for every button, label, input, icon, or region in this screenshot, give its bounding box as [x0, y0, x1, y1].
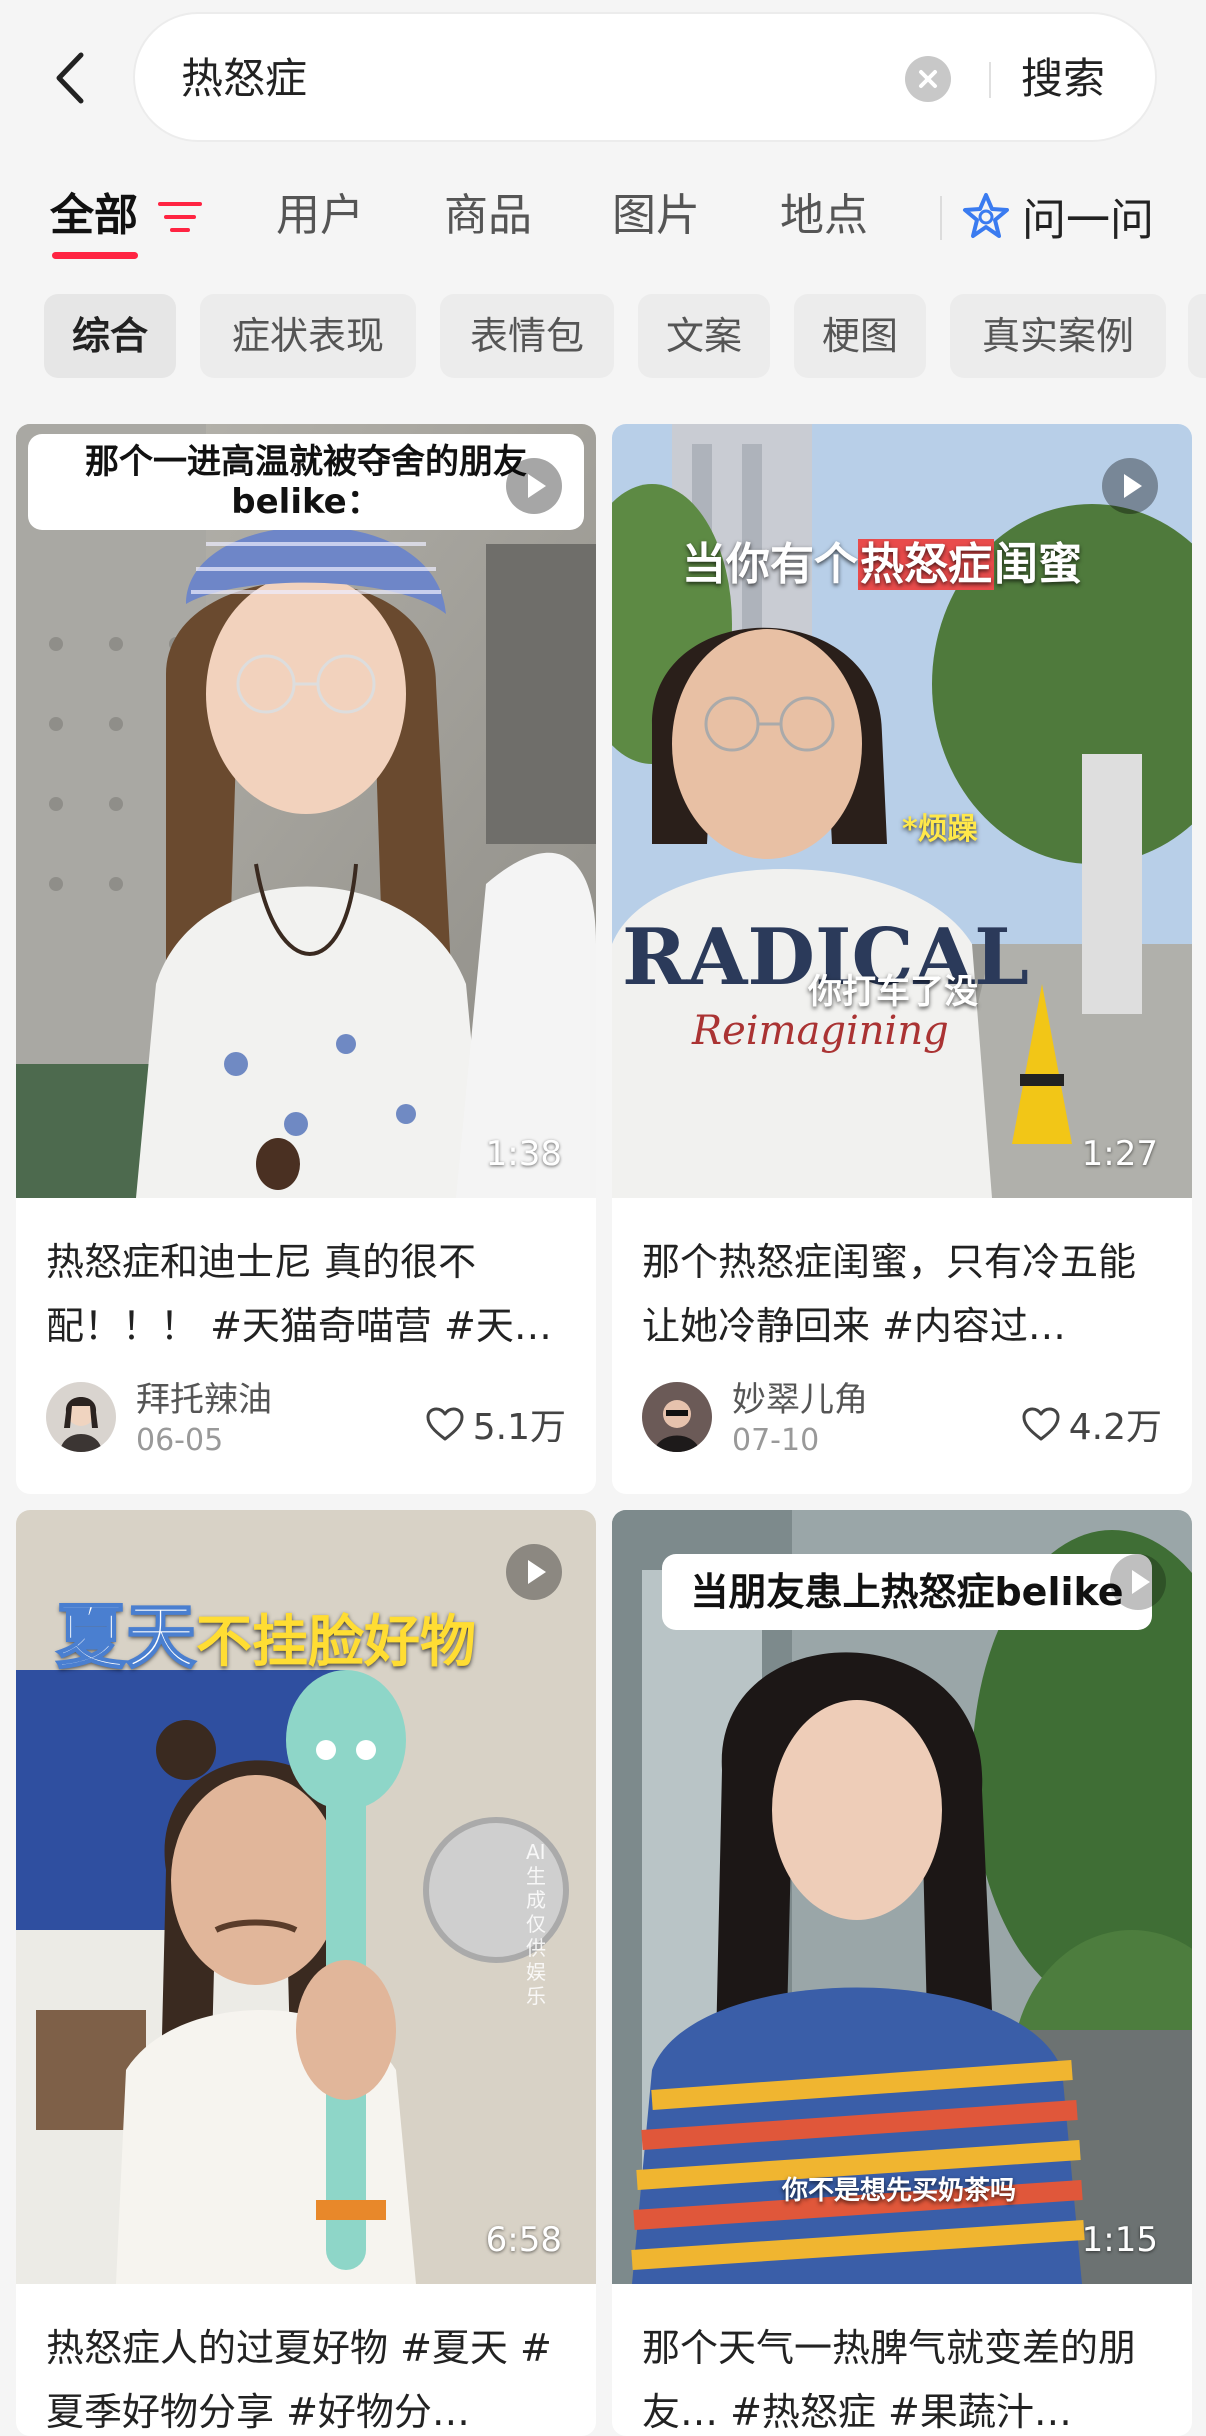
- search-button[interactable]: 搜索: [1021, 49, 1105, 109]
- divider: [940, 196, 942, 240]
- thumbnail-overlay-title: 那个一进高温就被夺舍的朋友 belike：: [28, 434, 584, 530]
- play-icon: [1102, 458, 1158, 514]
- post-card[interactable]: 夏天不挂脸好物 AI生成 仅供娱乐 6:58 热怒症人的过夏好物 #夏天 #夏季…: [16, 1510, 596, 2436]
- like-count: 5.1万: [472, 1407, 566, 1448]
- back-button[interactable]: [40, 40, 100, 116]
- ask-label: 问一问: [1022, 195, 1154, 246]
- video-subtitle: *烦躁: [902, 812, 978, 847]
- overlay-text-highlight: 不挂脸好物: [196, 1610, 476, 1675]
- close-icon: [919, 70, 937, 88]
- overlay-text-part: 闺蜜: [994, 539, 1082, 590]
- overlay-text-highlight: 热怒症: [858, 539, 994, 590]
- result-tabs: 全部 用户 商品 图片 地点 问一问: [0, 178, 1206, 262]
- post-title[interactable]: 热怒症和迪士尼 真的很不配！！！ #天猫奇喵营 #天…: [46, 1230, 566, 1358]
- clear-search-button[interactable]: [905, 56, 951, 102]
- chip-stickers[interactable]: 表情包: [440, 294, 614, 378]
- video-thumbnail[interactable]: 夏天不挂脸好物 AI生成 仅供娱乐 6:58: [16, 1510, 596, 2284]
- search-header: 热怒症 搜索: [0, 0, 1206, 160]
- chip-overall[interactable]: 综合: [44, 294, 176, 378]
- post-title[interactable]: 热怒症人的过夏好物 #夏天 #夏季好物分享 #好物分…: [46, 2316, 566, 2436]
- video-thumbnail[interactable]: 那个一进高温就被夺舍的朋友 belike： 1:38: [16, 424, 596, 1198]
- post-title[interactable]: 那个热怒症闺蜜，只有冷五能让她冷静回来 #内容过…: [642, 1230, 1162, 1358]
- video-subtitle: 你不是想先买奶茶吗: [782, 2176, 1017, 2206]
- filter-icon[interactable]: [158, 200, 202, 234]
- post-card[interactable]: RADICAL Reimagining 当你有个热怒症闺蜜 *烦躁 你打车了没 …: [612, 424, 1192, 1494]
- divider: [989, 62, 991, 98]
- post-date: 07-10: [732, 1423, 820, 1458]
- svg-text:Reimagining: Reimagining: [691, 1008, 949, 1054]
- play-icon: [1110, 1554, 1166, 1610]
- avatar[interactable]: [642, 1382, 712, 1452]
- play-icon: [506, 1544, 562, 1600]
- post-title[interactable]: 那个天气一热脾气就变差的朋友… #热怒症 #果蔬汁…: [642, 2316, 1162, 2436]
- search-results-page: 热怒症 搜索 全部 用户 商品 图片 地点 问一问 综合 症状表现 表情包 文案…: [0, 0, 1206, 2436]
- post-date: 06-05: [136, 1423, 224, 1458]
- search-query[interactable]: 热怒症: [181, 49, 307, 109]
- video-duration: 6:58: [485, 2220, 562, 2260]
- avatar[interactable]: [46, 1382, 116, 1452]
- overlay-text-part: 夏天: [55, 1595, 197, 1679]
- tab-goods[interactable]: 商品: [444, 186, 532, 246]
- tab-users[interactable]: 用户: [276, 186, 364, 246]
- overlay-text-part: 当你有个: [682, 539, 858, 590]
- chip-memes[interactable]: 梗图: [794, 294, 926, 378]
- author-name[interactable]: 妙翠儿角: [732, 1378, 868, 1422]
- ask-button[interactable]: 问一问: [962, 186, 1154, 246]
- like-button[interactable]: 5.1万: [425, 1398, 566, 1450]
- video-duration: 1:15: [1081, 2220, 1158, 2260]
- ai-watermark: AI生成 仅供娱乐: [526, 1840, 546, 2008]
- active-tab-indicator: [52, 252, 138, 259]
- post-card[interactable]: 当朋友患上热怒症belike 你不是想先买奶茶吗 1:15 那个天气一热脾气就变…: [612, 1510, 1192, 2436]
- heart-icon: [426, 1407, 464, 1441]
- video-thumbnail[interactable]: RADICAL Reimagining 当你有个热怒症闺蜜 *烦躁 你打车了没 …: [612, 424, 1192, 1198]
- search-input[interactable]: 热怒症 搜索: [133, 12, 1157, 142]
- thumbnail-overlay-title: 当朋友患上热怒症belike: [662, 1554, 1152, 1630]
- video-thumbnail[interactable]: 当朋友患上热怒症belike 你不是想先买奶茶吗 1:15: [612, 1510, 1192, 2284]
- like-button[interactable]: 4.2万: [1021, 1398, 1162, 1450]
- ai-star-icon: [963, 193, 1009, 238]
- video-duration: 1:38: [485, 1134, 562, 1174]
- post-footer: 拜托辣油 06-05 5.1万: [46, 1378, 566, 1458]
- filter-chips: 综合 症状表现 表情包 文案 梗图 真实案例: [0, 294, 1206, 378]
- thumbnail-overlay-title: 夏天不挂脸好物: [55, 1595, 476, 1684]
- video-duration: 1:27: [1081, 1134, 1158, 1174]
- heart-icon: [1022, 1407, 1060, 1441]
- video-subtitle: 你打车了没: [808, 972, 978, 1012]
- chip-more[interactable]: [1188, 294, 1206, 378]
- post-card[interactable]: 那个一进高温就被夺舍的朋友 belike： 1:38 热怒症和迪士尼 真的很不配…: [16, 424, 596, 1494]
- chevron-left-icon: [56, 52, 84, 104]
- thumbnail-overlay-title: 当你有个热怒症闺蜜: [682, 528, 1082, 592]
- chip-symptoms[interactable]: 症状表现: [200, 294, 416, 378]
- post-footer: 妙翠儿角 07-10 4.2万: [642, 1378, 1162, 1458]
- thumbnail-image: [16, 424, 596, 1198]
- play-icon: [506, 458, 562, 514]
- chip-copywriting[interactable]: 文案: [638, 294, 770, 378]
- chip-real-cases[interactable]: 真实案例: [950, 294, 1166, 378]
- tab-places[interactable]: 地点: [780, 186, 868, 246]
- tab-images[interactable]: 图片: [612, 186, 700, 246]
- author-name[interactable]: 拜托辣油: [136, 1378, 272, 1422]
- tab-all[interactable]: 全部: [50, 186, 138, 246]
- like-count: 4.2万: [1068, 1407, 1162, 1448]
